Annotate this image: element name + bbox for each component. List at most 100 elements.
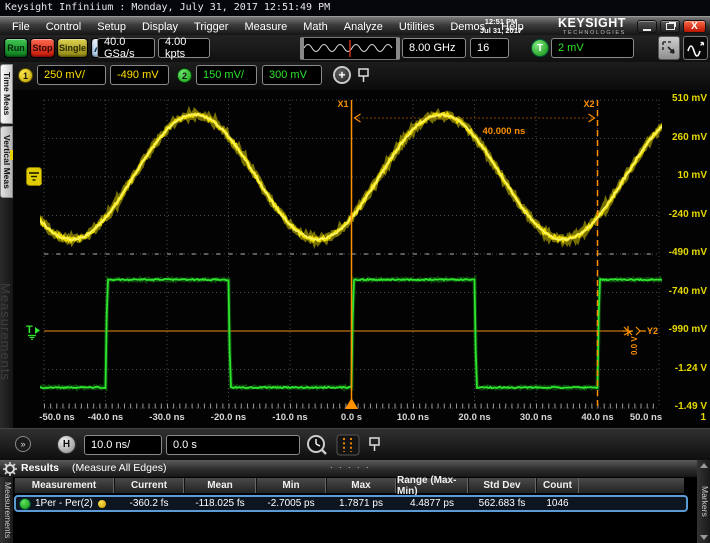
measurement-status-icon: [19, 498, 31, 510]
brand-name: KEYSIGHT: [558, 18, 626, 28]
menu-item[interactable]: Setup: [89, 18, 134, 36]
min-cell: -2.7005 ps: [256, 498, 326, 509]
channel-2-badge[interactable]: 2: [177, 68, 192, 83]
minimize-button[interactable]: [637, 20, 657, 33]
chevron-up-icon[interactable]: [700, 463, 708, 468]
title-bar: Keysight Infiniium : Monday, July 31, 20…: [0, 0, 710, 16]
x1-cursor-label: X1: [337, 99, 348, 109]
table-row[interactable]: 1Per - Per(2) -360.2 fs -118.025 fs -2.7…: [14, 495, 688, 512]
measurements-strip[interactable]: Measurements: [0, 477, 13, 543]
menu-item[interactable]: Utilities: [391, 18, 442, 36]
current-cell: -360.2 fs: [114, 498, 184, 509]
close-button[interactable]: X: [683, 20, 706, 33]
x2-cursor-label: X2: [583, 99, 594, 109]
menu-item[interactable]: Measure: [236, 18, 295, 36]
clock-date: Jul 31, 2017: [468, 27, 534, 36]
tab-vertical-meas[interactable]: Vertical Meas: [0, 126, 13, 198]
add-channel-button[interactable]: +: [333, 66, 351, 84]
trigger-badge[interactable]: T: [531, 39, 549, 57]
menu-item[interactable]: Display: [134, 18, 186, 36]
y2-cursor-label: Y2: [647, 326, 658, 336]
chevron-down-icon[interactable]: [700, 535, 708, 540]
cursors-icon: [336, 434, 360, 456]
oscilloscope-window: Keysight Infiniium : Monday, July 31, 20…: [0, 0, 710, 543]
y-axis-label: -990 mV: [663, 324, 707, 335]
waveform-tools-button[interactable]: [683, 36, 708, 60]
trigger-level-field[interactable]: 2 mV: [551, 38, 634, 58]
trigger-time-marker: [345, 398, 358, 409]
averaging-field[interactable]: 16: [470, 38, 509, 58]
x-axis-label: 10.0 ns: [383, 412, 443, 423]
axis-channel-indicator: 1: [676, 412, 706, 423]
menu-bar: FileControlSetupDisplayTriggerMeasureMat…: [0, 16, 710, 35]
x-axis-label: 20.0 ns: [445, 412, 505, 423]
bandwidth-field[interactable]: 8.00 GHz: [402, 38, 466, 58]
acquisition-preview[interactable]: [300, 37, 400, 60]
y-axis-label: -240 mV: [663, 209, 707, 220]
menu-item[interactable]: File: [4, 18, 38, 36]
y2-value-label: 0.0 V: [630, 336, 639, 355]
memory-depth-field[interactable]: 4.00 kpts: [158, 38, 210, 58]
table-header-row: MeasurementCurrentMeanMinMaxRange (Max-M…: [14, 478, 684, 493]
menu-item[interactable]: Math: [295, 18, 335, 36]
close-icon: X: [691, 21, 698, 32]
cursors-button[interactable]: [336, 434, 360, 456]
pin-icon[interactable]: [368, 436, 381, 453]
x-axis-label: 0.0 s: [322, 412, 382, 423]
results-panel: Results (Measure All Edges) . . . . . Me…: [0, 460, 710, 543]
stop-button[interactable]: Stop: [30, 38, 55, 58]
waveform-plot: Y20.0 VX1X240.000 ns: [40, 96, 662, 411]
waveform-arrows-icon: [686, 39, 706, 57]
hbar-expand-button[interactable]: »: [15, 436, 31, 452]
range-cell: 4.4877 ps: [396, 498, 468, 509]
column-header[interactable]: Measurement: [14, 478, 114, 493]
column-header[interactable]: Min: [256, 478, 326, 493]
y-axis-label: 510 mV: [663, 93, 707, 104]
y-axis-label: -1.49 V: [663, 401, 707, 412]
restore-button[interactable]: [660, 20, 680, 33]
max-cell: 1.7871 ps: [326, 498, 396, 509]
column-header[interactable]: Mean: [184, 478, 256, 493]
sample-rate-field[interactable]: 40.0 GSa/s: [97, 38, 155, 58]
mini-waveform-icon: [304, 38, 396, 59]
column-header[interactable]: Std Dev: [468, 478, 536, 493]
zoom-select-button[interactable]: [658, 36, 680, 60]
markers-strip[interactable]: Markers: [697, 460, 710, 543]
channel-2-offset-field[interactable]: 300 mV: [262, 65, 322, 85]
column-header[interactable]: Range (Max-Min): [396, 478, 468, 493]
results-title: Results: [21, 462, 59, 474]
sidebar-watermark: Measurements: [0, 202, 13, 462]
warning-dot-icon: [98, 500, 106, 508]
results-table: MeasurementCurrentMeanMinMaxRange (Max-M…: [13, 477, 697, 543]
horizontal-badge[interactable]: H: [57, 435, 76, 454]
x-axis-label: -20.0 ns: [199, 412, 259, 423]
column-header[interactable]: Count: [536, 478, 579, 493]
channel-1-offset-field[interactable]: -490 mV: [110, 65, 169, 85]
channel-1-ground-marker-icon[interactable]: [26, 167, 42, 186]
zoom-mode-button[interactable]: [306, 434, 328, 456]
column-header[interactable]: Max: [326, 478, 396, 493]
pin-icon[interactable]: [357, 67, 370, 84]
horizontal-position-field[interactable]: 0.0 s: [166, 435, 300, 455]
channel-2-scale-field[interactable]: 150 mV/: [196, 65, 257, 85]
drag-handle[interactable]: . . . . .: [330, 460, 371, 470]
selection-corner-icon: [661, 40, 677, 56]
results-header[interactable]: Results (Measure All Edges) . . . . .: [0, 460, 710, 477]
stddev-cell: 562.683 fs: [468, 498, 536, 509]
tab-time-meas[interactable]: Time Meas: [0, 64, 13, 124]
channel-1-scale-field[interactable]: 250 mV/: [37, 65, 106, 85]
menu-item[interactable]: Analyze: [336, 18, 391, 36]
single-button[interactable]: Single: [57, 38, 88, 58]
run-button[interactable]: Run: [4, 38, 28, 58]
menu-item[interactable]: Trigger: [186, 18, 236, 36]
y-axis-label: -490 mV: [663, 247, 707, 258]
channel-1-badge[interactable]: 1: [18, 68, 33, 83]
menu-items: FileControlSetupDisplayTriggerMeasureMat…: [4, 17, 532, 36]
timebase-field[interactable]: 10.0 ns/: [84, 435, 162, 455]
menu-item[interactable]: Control: [38, 18, 89, 36]
channel-bar: 1 250 mV/ -490 mV 2 150 mV/ 300 mV +: [0, 62, 710, 90]
svg-text:T: T: [26, 324, 33, 336]
mean-cell: -118.025 fs: [184, 498, 256, 509]
channel-2-trigger-marker-icon[interactable]: T: [25, 322, 43, 340]
column-header[interactable]: Current: [114, 478, 184, 493]
